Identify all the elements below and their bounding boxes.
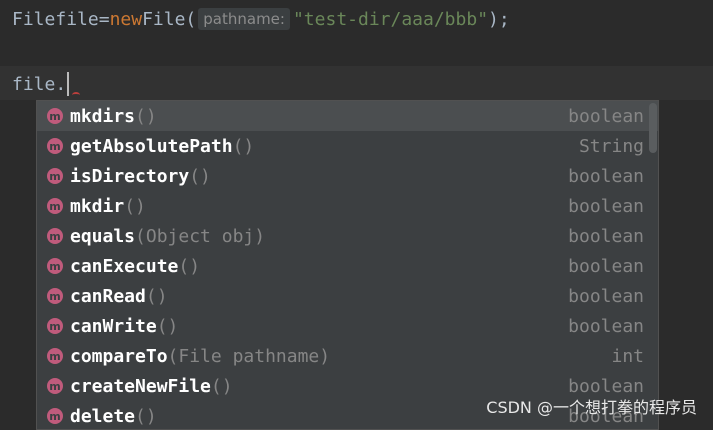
method-icon: m <box>47 198 63 214</box>
completion-list[interactable]: m mkdirs() boolean m getAbsolutePath() String… <box>37 101 658 429</box>
return-type: boolean <box>568 285 644 307</box>
method-icon: m <box>47 168 63 184</box>
method-name: canExecute <box>70 255 179 277</box>
code-completion-popup[interactable]: m mkdirs() boolean m getAbsolutePath() String… <box>36 100 659 430</box>
method-name: isDirectory <box>70 165 190 187</box>
method-name: canWrite <box>70 315 157 337</box>
method-params: () <box>135 105 157 127</box>
error-squiggle <box>72 92 80 98</box>
method-params: (Object obj) <box>135 225 266 247</box>
method-params: () <box>135 405 157 427</box>
return-type: boolean <box>568 225 644 247</box>
method-name: createNewFile <box>70 375 211 397</box>
method-icon: m <box>47 258 63 274</box>
completion-item-compareTo[interactable]: m compareTo (File pathname) int <box>37 341 658 371</box>
string-literal: "test-dir/aaa/bbb" <box>292 8 489 30</box>
method-name: equals <box>70 225 136 247</box>
type-name: File <box>12 8 56 30</box>
completion-item-canRead[interactable]: m canRead() boolean <box>37 281 658 311</box>
variable-name: file <box>55 8 99 30</box>
method-params: () <box>189 165 211 187</box>
method-icon: m <box>47 408 63 424</box>
return-type: int <box>611 345 644 367</box>
typed-text: file. <box>12 73 67 95</box>
completion-item-canWrite[interactable]: m canWrite() boolean <box>37 311 658 341</box>
completion-item-getAbsolutePath[interactable]: m getAbsolutePath() String <box>37 131 658 161</box>
method-icon: m <box>47 288 63 304</box>
method-name: mkdir <box>70 195 125 217</box>
return-type: boolean <box>568 105 644 127</box>
current-line-highlight <box>0 66 713 100</box>
method-params: () <box>178 255 201 277</box>
method-name: mkdirs <box>70 105 136 127</box>
method-icon: m <box>47 378 63 394</box>
return-type: String <box>578 135 644 157</box>
method-params: () <box>210 375 233 397</box>
method-icon: m <box>47 138 63 154</box>
code-editor[interactable]: File file = new File(pathname: "test-dir/… <box>0 0 713 430</box>
method-params: () <box>156 315 179 337</box>
completion-item-mkdir[interactable]: m mkdir() boolean <box>37 191 658 221</box>
completion-item-canExecute[interactable]: m canExecute() boolean <box>37 251 658 281</box>
method-name: getAbsolutePath <box>70 135 233 157</box>
parameter-hint: pathname: <box>198 8 290 30</box>
method-icon: m <box>47 348 63 364</box>
return-type: boolean <box>568 195 644 217</box>
assign-operator: = <box>98 8 110 30</box>
return-type: boolean <box>568 315 644 337</box>
method-icon: m <box>47 228 63 244</box>
statement-end: ); <box>488 8 510 30</box>
return-type: boolean <box>568 165 644 187</box>
code-line-2[interactable]: file. <box>12 70 70 98</box>
method-params: () <box>232 135 255 157</box>
method-name: delete <box>70 405 136 427</box>
method-params: () <box>124 195 146 217</box>
method-icon: m <box>47 318 63 334</box>
method-name: compareTo <box>70 345 168 367</box>
text-caret <box>67 72 70 96</box>
completion-item-mkdirs[interactable]: m mkdirs() boolean <box>37 101 658 131</box>
code-line-1: File file = new File(pathname: "test-dir/… <box>0 0 713 38</box>
method-name: canRead <box>70 285 146 307</box>
constructor-call: File( <box>142 8 197 30</box>
completion-item-equals[interactable]: m equals (Object obj) boolean <box>37 221 658 251</box>
method-params: () <box>145 285 168 307</box>
watermark: CSDN @一个想打拳的程序员 <box>486 398 697 417</box>
method-icon: m <box>47 108 63 124</box>
method-params: (File pathname) <box>167 345 331 367</box>
completion-item-isDirectory[interactable]: m isDirectory() boolean <box>37 161 658 191</box>
scrollbar-thumb[interactable] <box>649 103 657 153</box>
new-keyword: new <box>109 8 143 30</box>
return-type: boolean <box>568 255 644 277</box>
